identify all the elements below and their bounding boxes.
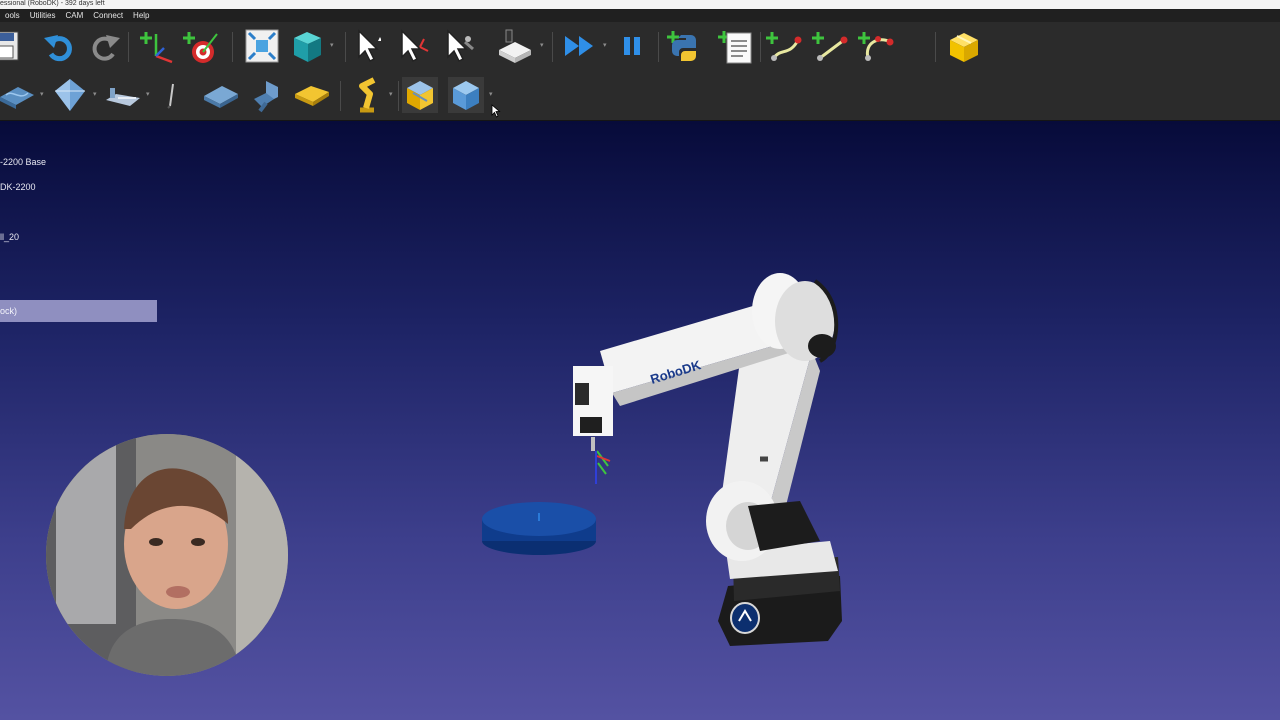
station-icon[interactable] <box>293 75 331 115</box>
collision-check-icon[interactable] <box>496 26 534 66</box>
fast-simulation-icon[interactable] <box>561 26 599 66</box>
surface-icon[interactable] <box>51 75 89 115</box>
package-icon[interactable] <box>945 26 983 66</box>
move-tcp-icon[interactable] <box>439 26 477 66</box>
move-circular-icon[interactable] <box>858 26 896 66</box>
milling-icon[interactable] <box>104 75 142 115</box>
undo-icon[interactable] <box>40 26 78 66</box>
plane-icon[interactable] <box>202 75 240 115</box>
move-joint-icon[interactable] <box>766 26 804 66</box>
add-target-icon[interactable] <box>182 26 220 66</box>
iso-view-icon[interactable] <box>288 26 326 66</box>
move-reference-icon[interactable] <box>393 26 431 66</box>
secondary-toolbar: ▾ ▾ ▾ ▾ ▾ <box>0 71 1280 121</box>
drill-icon[interactable] <box>152 75 190 115</box>
mouse-cursor <box>491 104 501 123</box>
window-title: essional (RoboDK) - 392 days left <box>0 0 105 7</box>
robot-model: RoboDK <box>573 273 842 646</box>
3d-viewport[interactable]: -2200 Base DK-2200 ll_20 ock) RoboDK <box>0 121 1280 720</box>
program-icon[interactable] <box>717 26 755 66</box>
fit-all-icon[interactable] <box>243 26 281 66</box>
python-icon[interactable] <box>667 26 705 66</box>
menu-bar: ools Utilities CAM Connect Help <box>0 9 1280 22</box>
menu-utilities[interactable]: Utilities <box>25 11 61 20</box>
menu-connect[interactable]: Connect <box>88 11 128 20</box>
redo-icon[interactable] <box>86 26 124 66</box>
main-toolbar: ▾ ▾ ▾ <box>0 22 1280 72</box>
curve-follow-icon[interactable] <box>0 75 36 115</box>
save-icon[interactable] <box>0 26 24 66</box>
move-linear-icon[interactable] <box>812 26 850 66</box>
menu-cam[interactable]: CAM <box>60 11 88 20</box>
robot-arm-icon[interactable] <box>348 75 386 115</box>
webcam-overlay <box>46 434 288 676</box>
pause-icon[interactable] <box>613 26 651 66</box>
cube-icon[interactable] <box>447 75 485 115</box>
tool-icon[interactable] <box>247 75 285 115</box>
box-icon[interactable] <box>401 75 439 115</box>
add-reference-frame-icon[interactable] <box>139 26 177 66</box>
menu-tools[interactable]: ools <box>0 11 25 20</box>
tcp-frame <box>595 450 611 484</box>
workpiece-disc <box>482 502 596 555</box>
select-icon[interactable] <box>347 26 385 66</box>
menu-help[interactable]: Help <box>128 11 154 20</box>
